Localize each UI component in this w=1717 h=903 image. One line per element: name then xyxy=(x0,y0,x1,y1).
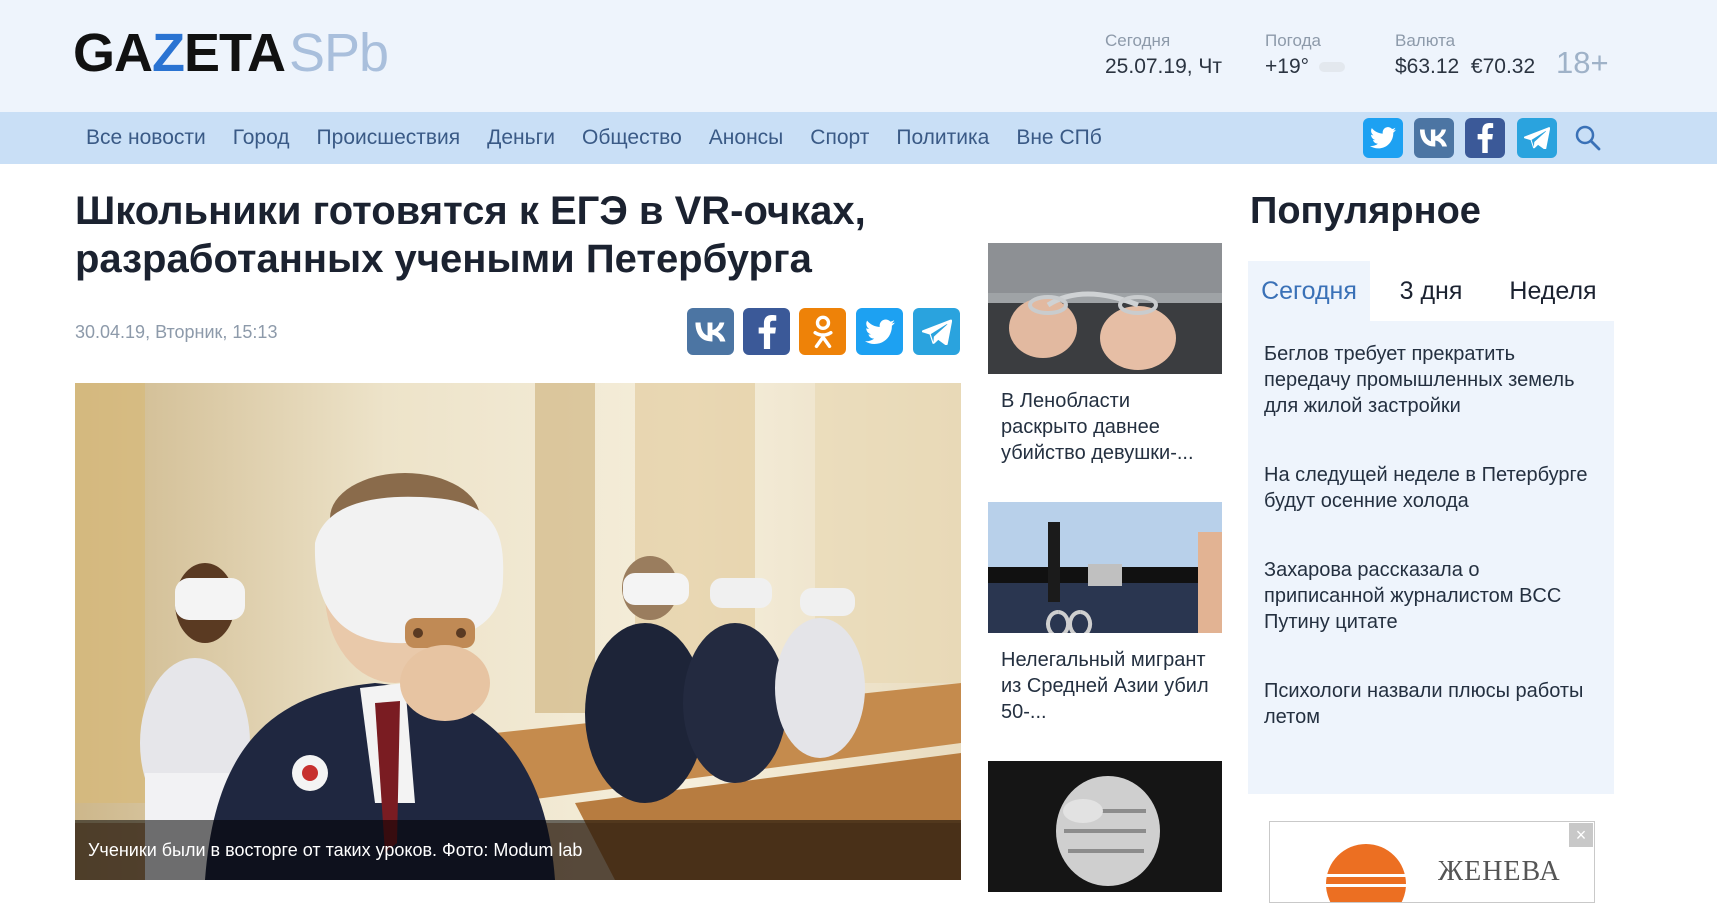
article-title: Школьники готовятся к ЕГЭ в VR-очках, ра… xyxy=(75,189,866,281)
weather-value-row: +19° xyxy=(1265,55,1346,78)
telegram-icon[interactable] xyxy=(1517,118,1557,158)
nav-item-incidents[interactable]: Происшествия xyxy=(317,112,461,164)
classroom-vr-image xyxy=(75,383,961,880)
close-icon[interactable]: × xyxy=(1569,823,1593,847)
popular-item[interactable]: На следущей неделе в Петербурге будут ос… xyxy=(1264,462,1598,514)
side-news-title[interactable]: Нелегальный мигрант из Средней Азии убил… xyxy=(988,647,1222,725)
age-rating-badge: 18+ xyxy=(1556,45,1609,80)
main-nav: Все новости Город Происшествия Деньги Об… xyxy=(0,112,1717,164)
nav-item-society[interactable]: Общество xyxy=(582,112,682,164)
header-bar: GAZETASPb Сегодня 25.07.19, Чт Погода +1… xyxy=(0,0,1717,112)
nav-item-sport[interactable]: Спорт xyxy=(810,112,869,164)
tab-3-days[interactable]: 3 дня xyxy=(1370,261,1492,321)
advert-logo-stripe xyxy=(1326,874,1406,877)
side-news-card-1[interactable]: В Ленобласти раскрыто давнее убийство де… xyxy=(988,243,1222,466)
weather-block[interactable]: Погода +19° xyxy=(1265,30,1346,78)
side-news-thumb-police[interactable] xyxy=(988,502,1222,633)
photo-caption: Ученики были в восторге от таких уроков.… xyxy=(75,820,961,880)
nav-item-all-news[interactable]: Все новости xyxy=(86,112,206,164)
weather-value: +19° xyxy=(1265,55,1310,78)
advert-logo-stripe xyxy=(1326,884,1406,887)
share-twitter-icon[interactable] xyxy=(856,308,903,355)
share-facebook-icon[interactable] xyxy=(743,308,790,355)
currency-values: $63.12 €70.32 xyxy=(1395,56,1535,78)
side-news-thumb-handcuffs[interactable] xyxy=(988,243,1222,374)
share-ok-icon[interactable] xyxy=(799,308,846,355)
vk-icon[interactable] xyxy=(1414,118,1454,158)
twitter-icon[interactable] xyxy=(1363,118,1403,158)
popular-tabs: Сегодня 3 дня Неделя xyxy=(1248,261,1614,321)
popular-item[interactable]: Психологи назвали плюсы работы летом xyxy=(1264,678,1598,730)
today-label: Сегодня xyxy=(1105,31,1171,50)
currency-label: Валюта xyxy=(1395,31,1456,50)
side-news-card-3[interactable] xyxy=(988,761,1222,892)
popular-item[interactable]: Беглов требует прекратить передачу промы… xyxy=(1264,341,1598,419)
nav-item-money[interactable]: Деньги xyxy=(487,112,555,164)
tab-today[interactable]: Сегодня xyxy=(1248,261,1370,321)
currency-eur: €70.32 xyxy=(1470,55,1536,78)
nav-item-announcements[interactable]: Анонсы xyxy=(709,112,783,164)
article-photo[interactable]: Ученики были в восторге от таких уроков.… xyxy=(75,383,961,880)
nav-item-city[interactable]: Город xyxy=(233,112,290,164)
nav-item-politics[interactable]: Политика xyxy=(896,112,989,164)
popular-item[interactable]: Захарова рассказала о приписанной журнал… xyxy=(1264,557,1598,635)
facebook-icon[interactable] xyxy=(1465,118,1505,158)
side-news-title[interactable]: В Ленобласти раскрыто давнее убийство де… xyxy=(988,388,1222,466)
advert-banner[interactable]: ЖЕНЕВА × xyxy=(1269,821,1595,903)
logo-text-ga: GA xyxy=(73,23,153,83)
currency-usd: $63.12 xyxy=(1395,55,1460,78)
side-news-card-2[interactable]: Нелегальный мигрант из Средней Азии убил… xyxy=(988,502,1222,725)
today-block: Сегодня 25.07.19, Чт xyxy=(1105,30,1222,78)
share-vk-icon[interactable] xyxy=(687,308,734,355)
popular-panel: Сегодня 3 дня Неделя Беглов требует прек… xyxy=(1248,261,1614,794)
nav-items: Все новости Город Происшествия Деньги Об… xyxy=(86,112,1129,164)
currency-block: Валюта $63.12 €70.32 xyxy=(1395,30,1535,78)
nav-item-outside-spb[interactable]: Вне СПб xyxy=(1016,112,1101,164)
tab-week[interactable]: Неделя xyxy=(1492,261,1614,321)
site-logo[interactable]: GAZETASPb xyxy=(73,23,389,83)
today-value: 25.07.19, Чт xyxy=(1105,55,1223,78)
article-date: 30.04.19, Вторник, 15:13 xyxy=(75,322,278,342)
logo-text-z: Z xyxy=(152,23,185,83)
popular-title: Популярное xyxy=(1250,190,1481,232)
search-icon[interactable] xyxy=(1574,124,1602,152)
logo-text-spb: SPb xyxy=(289,23,389,83)
cloud-icon xyxy=(1319,62,1346,73)
share-telegram-icon[interactable] xyxy=(913,308,960,355)
side-news-thumb-fist[interactable] xyxy=(988,761,1222,892)
advert-name: ЖЕНЕВА xyxy=(1438,856,1561,887)
logo-text-eta: ETA xyxy=(184,23,286,83)
weather-label: Погода xyxy=(1265,31,1321,50)
